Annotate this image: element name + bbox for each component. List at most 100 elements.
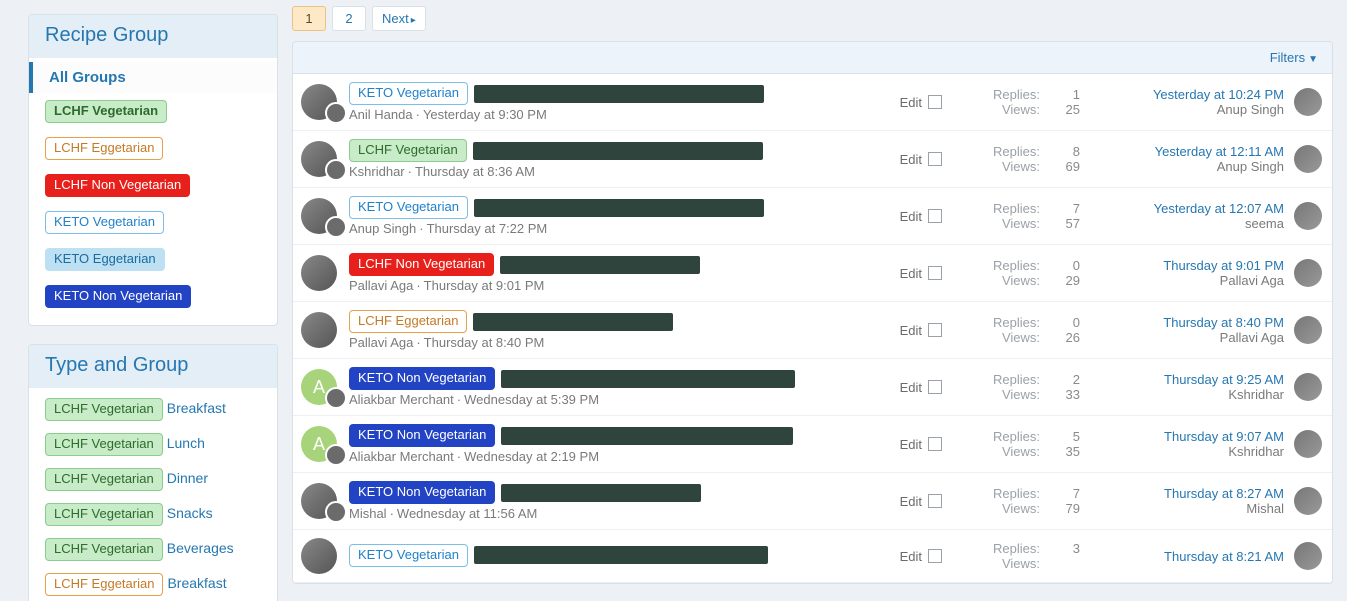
type-item[interactable]: LCHF VegetarianSnacks xyxy=(29,497,277,532)
thread-avatar[interactable] xyxy=(301,312,345,348)
thread-avatar[interactable] xyxy=(301,538,345,574)
type-meal-link[interactable]: Breakfast xyxy=(167,400,226,416)
thread-title[interactable] xyxy=(473,313,673,331)
thread-title[interactable] xyxy=(474,199,764,217)
thread-tag[interactable]: LCHF Vegetarian xyxy=(349,139,467,162)
page-button[interactable]: 2 xyxy=(332,6,366,31)
last-post-avatar[interactable] xyxy=(1294,259,1322,287)
last-post-avatar[interactable] xyxy=(1294,542,1322,570)
edit-link[interactable]: Edit xyxy=(900,549,922,564)
type-item[interactable]: LCHF VegetarianLunch xyxy=(29,427,277,462)
last-post-avatar[interactable] xyxy=(1294,430,1322,458)
thread-tag[interactable]: KETO Vegetarian xyxy=(349,82,468,105)
thread-row[interactable]: AKETO Non VegetarianAliakbar Merchant·We… xyxy=(293,359,1332,416)
page-button[interactable]: 1 xyxy=(292,6,326,31)
thread-avatar[interactable]: A xyxy=(301,426,345,462)
group-badge[interactable]: KETO Vegetarian xyxy=(45,211,164,234)
thread-row[interactable]: LCHF VegetarianKshridhar·Thursday at 8:3… xyxy=(293,131,1332,188)
select-checkbox[interactable] xyxy=(928,266,942,280)
edit-link[interactable]: Edit xyxy=(900,209,922,224)
thread-tag[interactable]: KETO Non Vegetarian xyxy=(349,481,495,504)
last-post[interactable]: Yesterday at 12:11 AMAnup Singh xyxy=(1094,144,1284,174)
type-item[interactable]: LCHF VegetarianBeverages xyxy=(29,532,277,567)
type-item[interactable]: LCHF VegetarianDinner xyxy=(29,462,277,497)
last-post-avatar[interactable] xyxy=(1294,373,1322,401)
select-checkbox[interactable] xyxy=(928,494,942,508)
next-page-button[interactable]: Next▸ xyxy=(372,6,426,31)
group-item[interactable]: KETO Eggetarian xyxy=(29,241,277,278)
edit-link[interactable]: Edit xyxy=(900,323,922,338)
group-item[interactable]: KETO Non Vegetarian xyxy=(29,278,277,315)
thread-row[interactable]: LCHF EggetarianPallavi Aga·Thursday at 8… xyxy=(293,302,1332,359)
select-checkbox[interactable] xyxy=(928,209,942,223)
group-badge[interactable]: KETO Eggetarian xyxy=(45,248,165,271)
thread-row[interactable]: KETO VegetarianAnup Singh·Thursday at 7:… xyxy=(293,188,1332,245)
thread-title[interactable] xyxy=(500,256,700,274)
edit-link[interactable]: Edit xyxy=(900,437,922,452)
type-meal-link[interactable]: Dinner xyxy=(167,470,208,486)
thread-avatar[interactable] xyxy=(301,84,345,120)
group-badge[interactable]: LCHF Eggetarian xyxy=(45,137,163,160)
thread-tag[interactable]: LCHF Non Vegetarian xyxy=(349,253,494,276)
thread-row[interactable]: KETO VegetarianAnil Handa·Yesterday at 9… xyxy=(293,74,1332,131)
thread-avatar[interactable] xyxy=(301,255,345,291)
last-post[interactable]: Yesterday at 12:07 AMseema xyxy=(1094,201,1284,231)
thread-title[interactable] xyxy=(501,484,701,502)
thread-avatar[interactable] xyxy=(301,198,345,234)
last-post-avatar[interactable] xyxy=(1294,202,1322,230)
group-all-link[interactable]: All Groups xyxy=(49,69,126,86)
thread-title[interactable] xyxy=(474,85,764,103)
thread-avatar[interactable] xyxy=(301,141,345,177)
type-meal-link[interactable]: Beverages xyxy=(167,540,234,556)
type-meal-link[interactable]: Snacks xyxy=(167,505,213,521)
edit-link[interactable]: Edit xyxy=(900,95,922,110)
select-checkbox[interactable] xyxy=(928,380,942,394)
thread-tag[interactable]: LCHF Eggetarian xyxy=(349,310,467,333)
group-badge[interactable]: LCHF Vegetarian xyxy=(45,100,167,123)
thread-row[interactable]: KETO Non VegetarianMishal·Wednesday at 1… xyxy=(293,473,1332,530)
group-item[interactable]: LCHF Eggetarian xyxy=(29,130,277,167)
last-post[interactable]: Thursday at 8:27 AMMishal xyxy=(1094,486,1284,516)
thread-avatar[interactable] xyxy=(301,483,345,519)
thread-row[interactable]: LCHF Non VegetarianPallavi Aga·Thursday … xyxy=(293,245,1332,302)
last-post-avatar[interactable] xyxy=(1294,487,1322,515)
type-meal-link[interactable]: Lunch xyxy=(167,435,205,451)
last-post[interactable]: Thursday at 8:21 AM xyxy=(1094,549,1284,564)
last-post[interactable]: Thursday at 8:40 PMPallavi Aga xyxy=(1094,315,1284,345)
last-post[interactable]: Thursday at 9:01 PMPallavi Aga xyxy=(1094,258,1284,288)
edit-link[interactable]: Edit xyxy=(900,494,922,509)
type-item[interactable]: LCHF EggetarianBreakfast xyxy=(29,567,277,601)
edit-link[interactable]: Edit xyxy=(900,380,922,395)
type-meal-link[interactable]: Breakfast xyxy=(167,575,226,591)
thread-tag[interactable]: KETO Non Vegetarian xyxy=(349,367,495,390)
last-post[interactable]: Thursday at 9:07 AMKshridhar xyxy=(1094,429,1284,459)
select-checkbox[interactable] xyxy=(928,323,942,337)
group-badge[interactable]: KETO Non Vegetarian xyxy=(45,285,191,308)
select-checkbox[interactable] xyxy=(928,95,942,109)
edit-link[interactable]: Edit xyxy=(900,152,922,167)
group-badge[interactable]: LCHF Non Vegetarian xyxy=(45,174,190,197)
thread-row[interactable]: AKETO Non VegetarianAliakbar Merchant·We… xyxy=(293,416,1332,473)
group-item[interactable]: KETO Vegetarian xyxy=(29,204,277,241)
group-all[interactable]: All Groups xyxy=(29,62,277,93)
last-post[interactable]: Thursday at 9:25 AMKshridhar xyxy=(1094,372,1284,402)
type-item[interactable]: LCHF VegetarianBreakfast xyxy=(29,392,277,427)
thread-row[interactable]: KETO VegetarianEditReplies:3Views:Thursd… xyxy=(293,530,1332,583)
select-checkbox[interactable] xyxy=(928,549,942,563)
thread-tag[interactable]: KETO Non Vegetarian xyxy=(349,424,495,447)
edit-link[interactable]: Edit xyxy=(900,266,922,281)
filters-toggle[interactable]: Filters▼ xyxy=(293,42,1332,74)
thread-title[interactable] xyxy=(474,546,768,564)
thread-avatar[interactable]: A xyxy=(301,369,345,405)
thread-title[interactable] xyxy=(501,427,793,445)
thread-title[interactable] xyxy=(473,142,763,160)
thread-tag[interactable]: KETO Vegetarian xyxy=(349,544,468,567)
last-post-avatar[interactable] xyxy=(1294,316,1322,344)
last-post-avatar[interactable] xyxy=(1294,88,1322,116)
group-item[interactable]: LCHF Vegetarian xyxy=(29,93,277,130)
select-checkbox[interactable] xyxy=(928,437,942,451)
select-checkbox[interactable] xyxy=(928,152,942,166)
thread-tag[interactable]: KETO Vegetarian xyxy=(349,196,468,219)
last-post-avatar[interactable] xyxy=(1294,145,1322,173)
group-item[interactable]: LCHF Non Vegetarian xyxy=(29,167,277,204)
